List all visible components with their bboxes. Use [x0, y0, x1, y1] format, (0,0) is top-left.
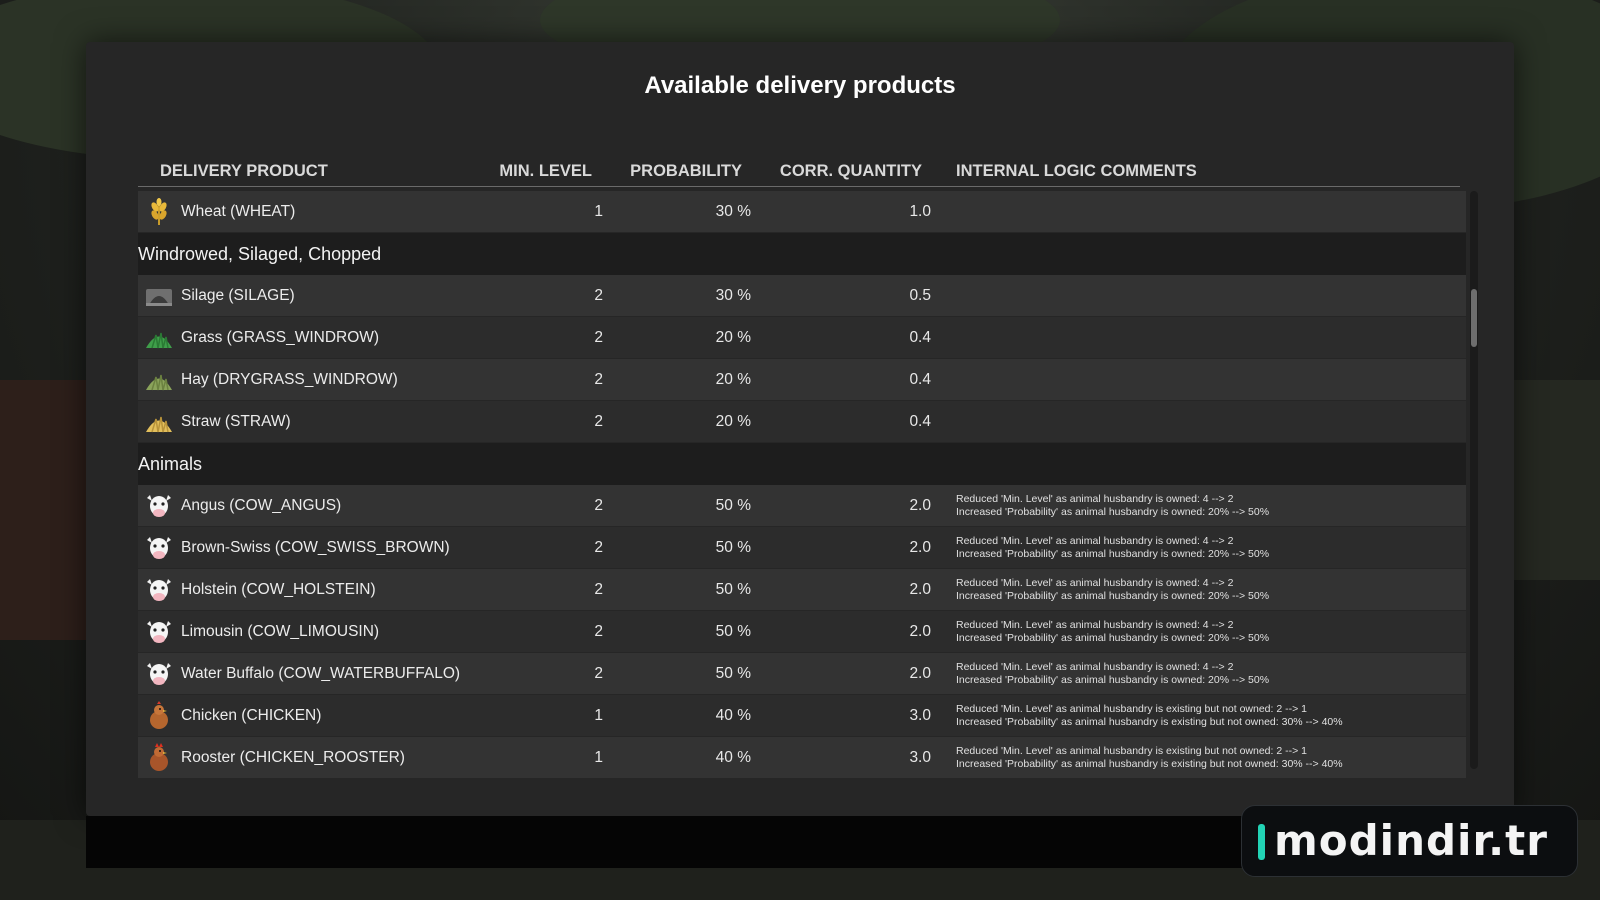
- product-name: Brown-Swiss (COW_SWISS_BROWN): [181, 539, 450, 556]
- probability-value: 50 %: [715, 623, 751, 640]
- table-row[interactable]: Limousin (COW_LIMOUSIN) 2 50 % 2.0 Reduc…: [138, 611, 1466, 653]
- column-header-probability: PROBABILITY: [630, 162, 742, 180]
- min-level-value: 2: [594, 287, 603, 304]
- min-level-value: 2: [594, 665, 603, 682]
- product-name: Wheat (WHEAT): [181, 203, 296, 220]
- probability-value: 20 %: [715, 371, 751, 388]
- probability-value: 40 %: [715, 707, 751, 724]
- product-list[interactable]: Wheat (WHEAT) 1 30 % 1.0 Windrowed, Sila…: [138, 191, 1466, 788]
- probability-value: 20 %: [715, 413, 751, 430]
- cow-icon: [147, 537, 171, 559]
- quantity-value: 2.0: [909, 665, 931, 682]
- column-header-internal-logic-comments: INTERNAL LOGIC COMMENTS: [956, 162, 1197, 180]
- cow-icon: [147, 621, 171, 643]
- quantity-value: 2.0: [909, 623, 931, 640]
- cow-icon: [147, 663, 171, 685]
- min-level-value: 2: [594, 623, 603, 640]
- product-name: Holstein (COW_HOLSTEIN): [181, 581, 376, 598]
- logic-comment: Reduced 'Min. Level' as animal husbandry…: [956, 493, 1270, 518]
- probability-value: 20 %: [715, 329, 751, 346]
- min-level-value: 2: [594, 581, 603, 598]
- table-row[interactable]: Brown-Swiss (COW_SWISS_BROWN) 2 50 % 2.0…: [138, 527, 1466, 569]
- section-label: Windrowed, Silaged, Chopped: [138, 244, 382, 264]
- list-scrollbar[interactable]: [1470, 191, 1478, 769]
- product-name: Grass (GRASS_WINDROW): [181, 329, 380, 346]
- product-name: Chicken (CHICKEN): [181, 707, 322, 724]
- table-header: DELIVERY PRODUCT MIN. LEVEL PROBABILITY …: [138, 158, 1460, 187]
- scrollbar-thumb[interactable]: [1471, 289, 1477, 347]
- probability-value: 30 %: [715, 287, 751, 304]
- straw-icon: [146, 416, 172, 433]
- min-level-value: 1: [594, 749, 603, 766]
- chicken-icon: [150, 701, 168, 729]
- cow-icon: [147, 579, 171, 601]
- table-row[interactable]: Chicken (CHICKEN) 1 40 % 3.0 Reduced 'Mi…: [138, 695, 1466, 737]
- table-row[interactable]: Water Buffalo (COW_WATERBUFFALO) 2 50 % …: [138, 653, 1466, 695]
- quantity-value: 3.0: [909, 749, 931, 766]
- section-label: Animals: [138, 454, 203, 474]
- section-header: Windrowed, Silaged, Chopped: [138, 233, 1466, 275]
- rooster-icon: [150, 743, 168, 771]
- quantity-value: 0.4: [909, 413, 931, 430]
- column-header-min-level: MIN. LEVEL: [499, 162, 592, 180]
- probability-value: 50 %: [715, 581, 751, 598]
- table-row[interactable]: Angus (COW_ANGUS) 2 50 % 2.0 Reduced 'Mi…: [138, 485, 1466, 527]
- table-row[interactable]: Rooster (CHICKEN_ROOSTER) 1 40 % 3.0 Red…: [138, 737, 1466, 779]
- table-row[interactable]: Silage (SILAGE) 2 30 % 0.5: [138, 275, 1466, 317]
- min-level-value: 2: [594, 413, 603, 430]
- logic-comment: Reduced 'Min. Level' as animal husbandry…: [956, 535, 1270, 560]
- table-row[interactable]: Grass (GRASS_WINDROW) 2 20 % 0.4: [138, 317, 1466, 359]
- hay-icon: [146, 374, 172, 391]
- probability-value: 50 %: [715, 665, 751, 682]
- min-level-value: 1: [594, 707, 603, 724]
- logic-comment: Reduced 'Min. Level' as animal husbandry…: [956, 577, 1270, 602]
- logic-comment: Reduced 'Min. Level' as animal husbandry…: [956, 703, 1343, 728]
- table-row[interactable]: Holstein (COW_HOLSTEIN) 2 50 % 2.0 Reduc…: [138, 569, 1466, 611]
- cow-icon: [147, 495, 171, 517]
- delivery-products-dialog: Available delivery products DELIVERY PRO…: [86, 42, 1514, 816]
- product-name: Water Buffalo (COW_WATERBUFFALO): [181, 665, 461, 682]
- probability-value: 50 %: [715, 539, 751, 556]
- section-header: Animals: [138, 443, 1466, 485]
- logic-comment: Reduced 'Min. Level' as animal husbandry…: [956, 661, 1270, 686]
- quantity-value: 0.5: [909, 287, 931, 304]
- watermark-badge: modindir.tr: [1241, 805, 1578, 877]
- column-header-product: DELIVERY PRODUCT: [160, 162, 328, 180]
- table-row[interactable]: Straw (STRAW) 2 20 % 0.4: [138, 401, 1466, 443]
- table-row[interactable]: Wheat (WHEAT) 1 30 % 1.0: [138, 191, 1466, 233]
- quantity-value: 2.0: [909, 581, 931, 598]
- dialog-title: Available delivery products: [644, 72, 956, 99]
- quantity-value: 3.0: [909, 707, 931, 724]
- quantity-value: 2.0: [909, 539, 931, 556]
- min-level-value: 1: [594, 203, 603, 220]
- silage-icon: [146, 289, 172, 306]
- probability-value: 40 %: [715, 749, 751, 766]
- min-level-value: 2: [594, 329, 603, 346]
- watermark-text: modindir.tr: [1274, 816, 1548, 865]
- wheat-icon: [151, 198, 167, 225]
- product-name: Rooster (CHICKEN_ROOSTER): [181, 749, 405, 766]
- watermark-accent-bar: [1258, 824, 1265, 860]
- product-name: Straw (STRAW): [181, 413, 291, 430]
- product-name: Silage (SILAGE): [181, 287, 295, 304]
- grass-icon: [146, 332, 172, 349]
- logic-comment: Reduced 'Min. Level' as animal husbandry…: [956, 619, 1270, 644]
- min-level-value: 2: [594, 497, 603, 514]
- probability-value: 50 %: [715, 497, 751, 514]
- column-header-corr-quantity: CORR. QUANTITY: [779, 162, 922, 180]
- product-name: Limousin (COW_LIMOUSIN): [181, 623, 380, 640]
- product-name: Angus (COW_ANGUS): [181, 497, 342, 514]
- quantity-value: 0.4: [909, 371, 931, 388]
- quantity-value: 2.0: [909, 497, 931, 514]
- min-level-value: 2: [594, 371, 603, 388]
- quantity-value: 1.0: [909, 203, 931, 220]
- logic-comment: Reduced 'Min. Level' as animal husbandry…: [956, 745, 1343, 770]
- quantity-value: 0.4: [909, 329, 931, 346]
- product-name: Hay (DRYGRASS_WINDROW): [181, 371, 398, 388]
- table-row[interactable]: Hay (DRYGRASS_WINDROW) 2 20 % 0.4: [138, 359, 1466, 401]
- min-level-value: 2: [594, 539, 603, 556]
- probability-value: 30 %: [715, 203, 751, 220]
